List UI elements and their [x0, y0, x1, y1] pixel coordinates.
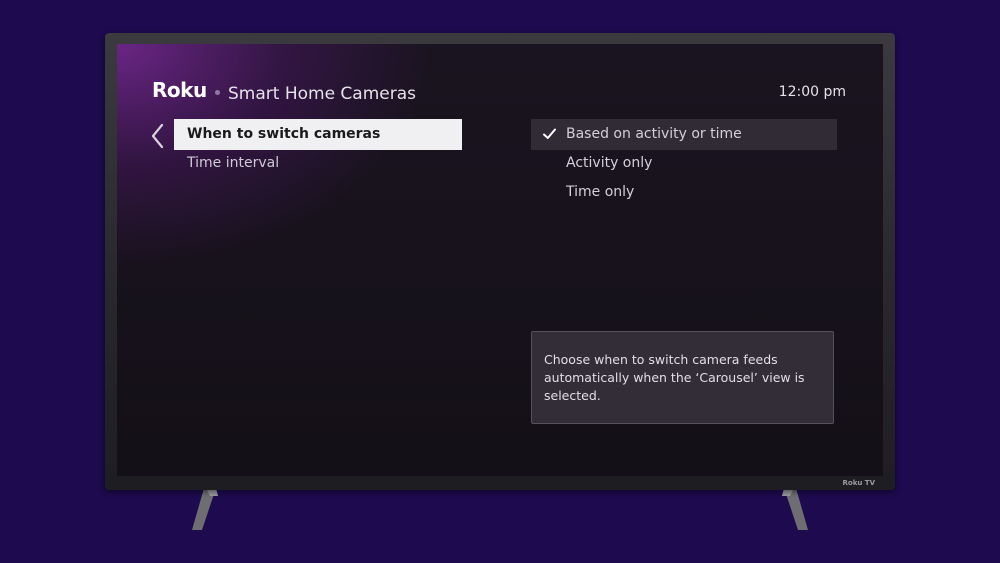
menu-item-label: When to switch cameras: [187, 126, 381, 142]
option-time-only[interactable]: Time only: [531, 177, 837, 208]
tv-leg-right: [782, 488, 808, 530]
chevron-left-icon[interactable]: [150, 123, 166, 149]
page-title: Smart Home Cameras: [228, 84, 417, 104]
option-label: Based on activity or time: [566, 126, 742, 142]
menu-item-label: Time interval: [187, 155, 280, 171]
option-label: Activity only: [566, 155, 653, 171]
info-box: Choose when to switch camera feeds autom…: [531, 331, 834, 424]
info-text: Choose when to switch camera feeds autom…: [544, 352, 805, 403]
check-icon: [543, 128, 556, 139]
clock: 12:00 pm: [778, 84, 846, 100]
title-separator-dot: [215, 90, 220, 95]
tv-badge: Roku TV: [842, 479, 875, 487]
option-based-on-activity-or-time[interactable]: Based on activity or time: [531, 119, 837, 150]
tv-bezel: Roku Smart Home Cameras 12:00 pm When to…: [105, 33, 895, 490]
stage: Roku Smart Home Cameras 12:00 pm When to…: [0, 0, 1000, 563]
tv-leg-left: [192, 488, 218, 530]
option-activity-only[interactable]: Activity only: [531, 148, 837, 179]
tv-screen: Roku Smart Home Cameras 12:00 pm When to…: [117, 44, 883, 476]
roku-logo: Roku: [152, 78, 207, 102]
menu-item-when-to-switch-cameras[interactable]: When to switch cameras: [174, 119, 462, 150]
menu-item-time-interval[interactable]: Time interval: [174, 148, 462, 179]
option-label: Time only: [566, 184, 635, 200]
